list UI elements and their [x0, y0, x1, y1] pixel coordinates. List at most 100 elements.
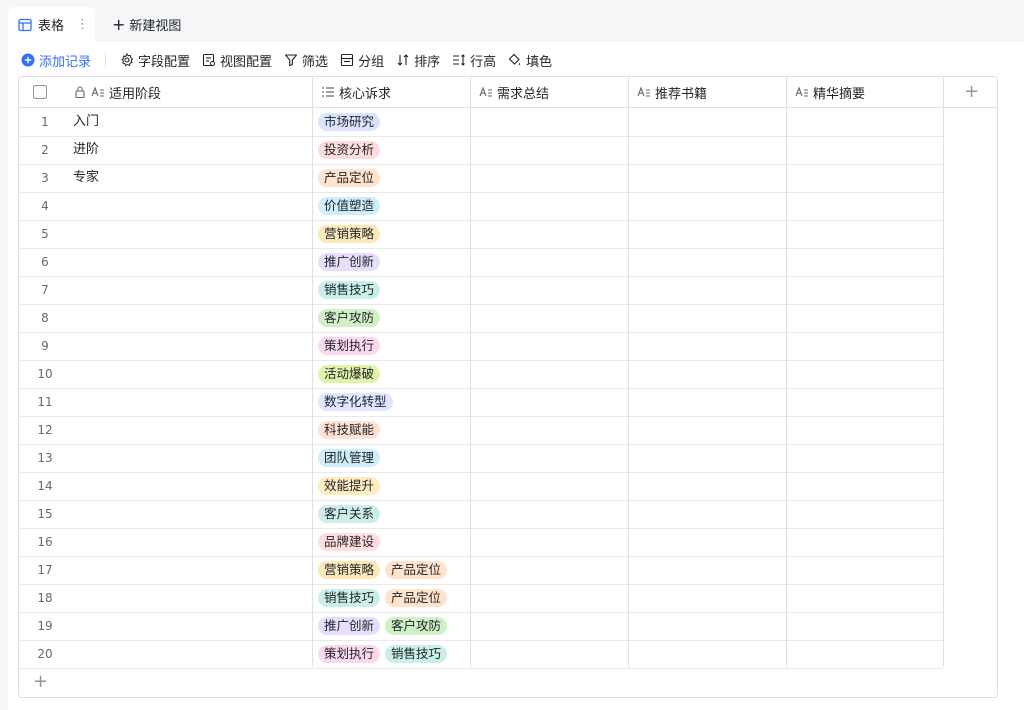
- filter-button[interactable]: 筛选: [284, 51, 328, 70]
- column-divider: [943, 107, 944, 667]
- option-tag: 销售技巧: [385, 645, 448, 663]
- more-vertical-icon[interactable]: ⋮: [76, 17, 89, 32]
- add-row-icon[interactable]: +: [33, 673, 48, 691]
- row-number: 15: [37, 507, 53, 521]
- column-divider: [470, 77, 471, 667]
- appeal-cell[interactable]: 团队管理: [318, 449, 385, 467]
- row-number: 19: [37, 619, 53, 633]
- table-header: 适用阶段 核心诉求 需求总结 推荐书籍 精华摘要 +: [19, 77, 997, 108]
- table-row[interactable]: 14 效能提升: [19, 472, 943, 501]
- fill-color-button[interactable]: 填色: [508, 51, 552, 70]
- table-row[interactable]: 11 数字化转型: [19, 388, 943, 417]
- table-row[interactable]: 13 团队管理: [19, 444, 943, 473]
- appeal-cell[interactable]: 投资分析: [318, 141, 385, 159]
- sort-label: 排序: [414, 54, 441, 70]
- view-tab-bar: 表格 ⋮ + 新建视图: [0, 0, 1024, 42]
- option-tag: 市场研究: [318, 113, 381, 131]
- row-number: 12: [37, 423, 53, 437]
- add-column-icon[interactable]: +: [964, 83, 979, 101]
- table-row[interactable]: 4 价值塑造: [19, 192, 943, 221]
- table-row[interactable]: 20 策划执行 销售技巧: [19, 640, 943, 669]
- appeal-cell[interactable]: 价值塑造: [318, 197, 385, 215]
- table-row[interactable]: 12 科技赋能: [19, 416, 943, 445]
- row-number: 20: [37, 647, 53, 661]
- appeal-cell[interactable]: 策划执行: [318, 337, 385, 355]
- appeal-cell[interactable]: 效能提升: [318, 477, 385, 495]
- column-header-summary[interactable]: 需求总结: [471, 77, 629, 107]
- table-row[interactable]: 2 进阶 投资分析: [19, 136, 943, 165]
- stage-cell[interactable]: 进阶: [73, 136, 99, 164]
- appeal-cell[interactable]: 品牌建设: [318, 533, 385, 551]
- text-field-icon: [479, 86, 492, 97]
- table-row[interactable]: 15 客户关系: [19, 500, 943, 529]
- field-config-button[interactable]: 字段配置: [120, 51, 190, 70]
- option-tag: 策划执行: [318, 337, 381, 355]
- appeal-cell[interactable]: 销售技巧 产品定位: [318, 589, 452, 607]
- table-row[interactable]: 16 品牌建设: [19, 528, 943, 557]
- row-height-button[interactable]: 行高: [452, 51, 496, 70]
- view-config-button[interactable]: 视图配置: [202, 51, 272, 70]
- column-label-appeal: 核心诉求: [339, 86, 392, 102]
- option-tag: 策划执行: [318, 645, 381, 663]
- appeal-cell[interactable]: 策划执行 销售技巧: [318, 645, 452, 663]
- table-row[interactable]: 3 专家 产品定位: [19, 164, 943, 193]
- option-tag: 客户关系: [318, 505, 381, 523]
- appeal-cell[interactable]: 销售技巧: [318, 281, 385, 299]
- stage-cell[interactable]: 专家: [73, 164, 99, 192]
- table-row[interactable]: 19 推广创新 客户攻防: [19, 612, 943, 641]
- sort-icon: [397, 54, 409, 66]
- plus-icon: +: [112, 14, 126, 34]
- appeal-cell[interactable]: 活动爆破: [318, 365, 385, 383]
- option-tag: 销售技巧: [318, 589, 381, 607]
- table-row[interactable]: 18 销售技巧 产品定位: [19, 584, 943, 613]
- group-button[interactable]: 分组: [340, 51, 384, 70]
- appeal-cell[interactable]: 数字化转型: [318, 393, 398, 411]
- column-header-appeal[interactable]: 核心诉求: [313, 77, 471, 107]
- appeal-cell[interactable]: 市场研究: [318, 113, 385, 131]
- appeal-cell[interactable]: 科技赋能: [318, 421, 385, 439]
- tab-table-view[interactable]: 表格 ⋮: [8, 7, 95, 42]
- gear-icon: [121, 53, 134, 67]
- add-record-button[interactable]: 添加记录: [21, 51, 91, 70]
- new-view-button[interactable]: + 新建视图: [112, 15, 181, 34]
- row-number: 5: [41, 227, 49, 241]
- option-tag: 投资分析: [318, 141, 381, 159]
- appeal-cell[interactable]: 营销策略: [318, 225, 385, 243]
- appeal-cell[interactable]: 产品定位: [318, 169, 385, 187]
- table-row[interactable]: 1 入门 市场研究: [19, 108, 943, 137]
- stage-cell[interactable]: 入门: [73, 108, 99, 136]
- column-header-books[interactable]: 推荐书籍: [629, 77, 787, 107]
- row-number: 8: [41, 311, 49, 325]
- group-label: 分组: [358, 54, 385, 70]
- appeal-cell[interactable]: 营销策略 产品定位: [318, 561, 452, 579]
- option-tag: 推广创新: [318, 253, 381, 271]
- row-number: 2: [41, 143, 49, 157]
- row-number: 4: [41, 199, 49, 213]
- appeal-cell[interactable]: 推广创新 客户攻防: [318, 617, 452, 635]
- column-label-books: 推荐书籍: [655, 86, 708, 102]
- option-tag: 营销策略: [318, 225, 381, 243]
- table-row[interactable]: 17 营销策略 产品定位: [19, 556, 943, 585]
- column-label-digest: 精华摘要: [813, 86, 866, 102]
- table-row[interactable]: 10 活动爆破: [19, 360, 943, 389]
- column-divider: [628, 77, 629, 667]
- appeal-cell[interactable]: 客户关系: [318, 505, 385, 523]
- toolbar: 添加记录 字段配置 视图配置 筛选 分组 排序 行高 填色: [21, 50, 564, 70]
- sort-button[interactable]: 排序: [396, 51, 440, 70]
- row-number: 10: [37, 367, 53, 381]
- checkbox-icon: [33, 85, 47, 99]
- table-row[interactable]: 7 销售技巧: [19, 276, 943, 305]
- table-row[interactable]: 8 客户攻防: [19, 304, 943, 333]
- column-header-stage[interactable]: 适用阶段: [65, 77, 313, 107]
- table-row[interactable]: 5 营销策略: [19, 220, 943, 249]
- option-tag: 价值塑造: [318, 197, 381, 215]
- appeal-cell[interactable]: 客户攻防: [318, 309, 385, 327]
- select-all-checkbox[interactable]: [33, 77, 47, 107]
- column-header-digest[interactable]: 精华摘要: [787, 77, 945, 107]
- text-field-icon: [795, 86, 808, 97]
- data-table: 适用阶段 核心诉求 需求总结 推荐书籍 精华摘要 + 1 入门 市场研究 2 进阶 投资分…: [18, 76, 998, 698]
- table-row[interactable]: 9 策划执行: [19, 332, 943, 361]
- table-row[interactable]: 6 推广创新: [19, 248, 943, 277]
- table-icon: [18, 18, 32, 31]
- appeal-cell[interactable]: 推广创新: [318, 253, 385, 271]
